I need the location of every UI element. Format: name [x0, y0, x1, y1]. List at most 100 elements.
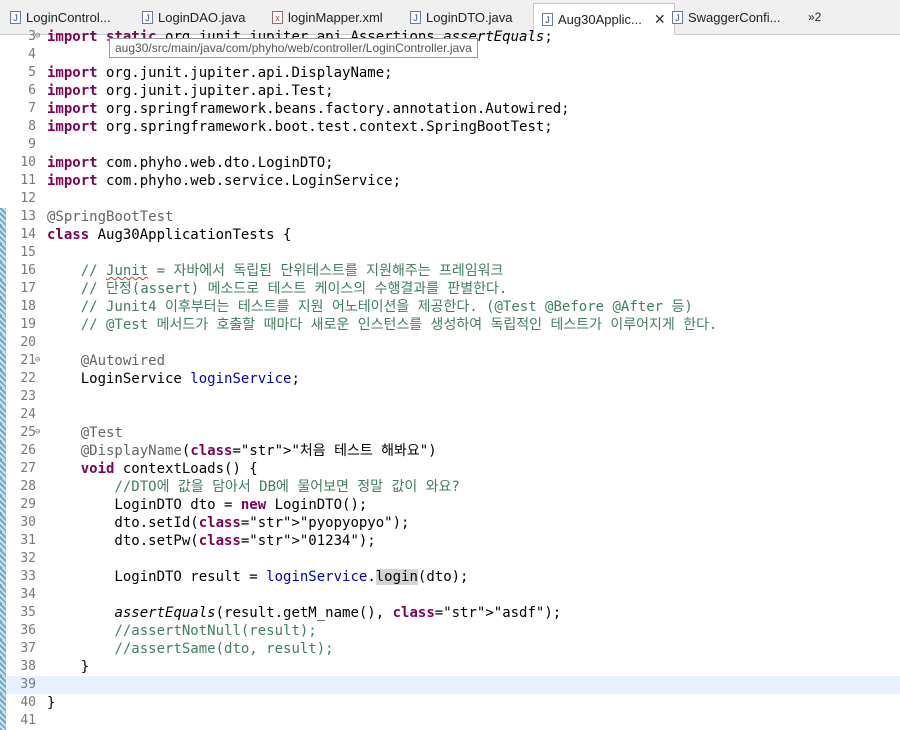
code-text: dto.setPw(class="str">"01234");: [47, 533, 376, 549]
code-line[interactable]: 12: [0, 190, 900, 208]
line-number: 25: [20, 425, 36, 440]
tab-swagger-config[interactable]: J SwaggerConfi...: [672, 4, 781, 30]
code-text: void contextLoads() {: [80, 461, 258, 477]
code-line[interactable]: 37 //assertSame(dto, result);: [0, 640, 900, 658]
change-marker: [0, 208, 6, 226]
fold-toggle-icon[interactable]: ⊖: [35, 356, 43, 365]
code-text: @Test: [80, 425, 123, 441]
line-number: 34: [20, 587, 36, 602]
change-marker: [0, 532, 6, 550]
code-line[interactable]: 39: [0, 676, 900, 694]
line-number: 21: [20, 353, 36, 368]
code-line[interactable]: 26 @DisplayName(class="str">"처음 테스트 해봐요"…: [0, 442, 900, 460]
tab-label: loginMapper.xml: [288, 9, 383, 25]
line-number: 10: [20, 155, 36, 170]
code-line[interactable]: 24: [0, 406, 900, 424]
change-marker: [0, 604, 6, 622]
tab-login-controller[interactable]: J LoginControl...: [10, 4, 111, 30]
code-line[interactable]: 21 ⊖ @Autowired: [0, 352, 900, 370]
code-line[interactable]: 30 dto.setId(class="str">"pyopyopyo");: [0, 514, 900, 532]
code-line[interactable]: 9: [0, 136, 900, 154]
code-line[interactable]: 29 LoginDTO dto = new LoginDTO();: [0, 496, 900, 514]
change-marker: [0, 226, 6, 244]
code-text: LoginDTO result = loginService.login(dto…: [47, 569, 469, 585]
code-text: import com.phyho.web.service.LoginServic…: [47, 173, 402, 189]
code-text: //assertNotNull(result);: [114, 623, 317, 639]
change-marker: [0, 568, 6, 586]
code-text: // @Test 메서드가 호출할 때마다 새로운 인스턴스를 생성하여 독립적…: [80, 317, 718, 333]
change-marker: [0, 478, 6, 496]
close-icon[interactable]: ✕: [654, 11, 666, 28]
change-marker: [0, 550, 6, 568]
tab-login-mapper[interactable]: x loginMapper.xml: [272, 4, 383, 30]
code-line[interactable]: 38 }: [0, 658, 900, 676]
code-line[interactable]: 13 @SpringBootTest: [0, 208, 900, 226]
line-number: 18: [20, 299, 36, 314]
line-number: 8: [28, 119, 36, 134]
line-number: 15: [20, 245, 36, 260]
code-line[interactable]: 31 dto.setPw(class="str">"01234");: [0, 532, 900, 550]
xml-file-icon: x: [272, 10, 283, 24]
code-line[interactable]: 18 // Junit4 이후부터는 테스트를 지원 어노테이션을 제공한다. …: [0, 298, 900, 316]
change-marker: [0, 676, 6, 694]
change-marker: [0, 640, 6, 658]
code-line[interactable]: 20: [0, 334, 900, 352]
code-text: import org.junit.jupiter.api.Test;: [47, 83, 334, 99]
code-text: assertEquals(result.getM_name(), class="…: [114, 605, 562, 621]
code-line[interactable]: 32: [0, 550, 900, 568]
java-file-icon: J: [142, 10, 153, 24]
code-line[interactable]: 41: [0, 712, 900, 730]
code-line[interactable]: 15: [0, 244, 900, 262]
line-number: 22: [20, 371, 36, 386]
code-line[interactable]: 5 import org.junit.jupiter.api.DisplayNam…: [0, 64, 900, 82]
line-number: 30: [20, 515, 36, 530]
change-marker: [0, 280, 6, 298]
code-line[interactable]: 16 // Junit = 자바에서 독립된 단위테스트를 지원해주는 프레임워…: [0, 262, 900, 280]
code-line[interactable]: 8 import org.springframework.boot.test.co…: [0, 118, 900, 136]
line-number: 38: [20, 659, 36, 674]
line-number: 26: [20, 443, 36, 458]
line-number: 6: [28, 83, 36, 98]
code-text: // Junit = 자바에서 독립된 단위테스트를 지원해주는 프레임워크: [80, 263, 504, 279]
code-editor[interactable]: 3 ⊖ import static org.junit.jupiter.api.As…: [0, 29, 900, 730]
code-line[interactable]: 34: [0, 586, 900, 604]
line-number: 7: [28, 101, 36, 116]
code-text: import com.phyho.web.dto.LoginDTO;: [47, 155, 334, 171]
line-number: 40: [20, 695, 36, 710]
code-line[interactable]: 28 //DTO에 값을 담아서 DB에 물어보면 정말 값이 와요?: [0, 478, 900, 496]
code-line[interactable]: 7 import org.springframework.beans.factor…: [0, 100, 900, 118]
line-number: 39: [20, 677, 36, 692]
code-line[interactable]: 6 import org.junit.jupiter.api.Test;: [0, 82, 900, 100]
line-number: 31: [20, 533, 36, 548]
change-marker: [0, 334, 6, 352]
code-line[interactable]: 23: [0, 388, 900, 406]
code-text: @Autowired: [80, 353, 166, 369]
line-number: 23: [20, 389, 36, 404]
code-line[interactable]: 35 assertEquals(result.getM_name(), clas…: [0, 604, 900, 622]
code-line[interactable]: 27 void contextLoads() {: [0, 460, 900, 478]
fold-toggle-icon[interactable]: ⊖: [35, 32, 43, 41]
code-line[interactable]: 22 LoginService loginService;: [0, 370, 900, 388]
code-line[interactable]: 25 ⊖ @Test: [0, 424, 900, 442]
code-text: dto.setId(class="str">"pyopyopyo");: [47, 515, 410, 531]
tab-login-dao[interactable]: J LoginDAO.java: [142, 4, 245, 30]
tab-overflow-button[interactable]: »2: [808, 4, 821, 30]
file-path-tooltip: aug30/src/main/java/com/phyho/web/contro…: [109, 38, 478, 58]
line-number: 9: [28, 137, 36, 152]
tab-login-dto[interactable]: J LoginDTO.java: [410, 4, 512, 30]
line-number: 5: [28, 65, 36, 80]
code-line[interactable]: 33 LoginDTO result = loginService.login(…: [0, 568, 900, 586]
code-line[interactable]: 11 import com.phyho.web.service.LoginServ…: [0, 172, 900, 190]
fold-toggle-icon[interactable]: ⊖: [35, 428, 43, 437]
code-line[interactable]: 17 // 단정(assert) 메소드로 테스트 케이스의 수행결과를 판별한…: [0, 280, 900, 298]
java-file-icon: J: [410, 10, 421, 24]
code-line[interactable]: 19 // @Test 메서드가 호출할 때마다 새로운 인스턴스를 생성하여 …: [0, 316, 900, 334]
tab-label: LoginControl...: [26, 9, 111, 25]
code-line[interactable]: 10 import com.phyho.web.dto.LoginDTO;: [0, 154, 900, 172]
code-line[interactable]: 36 //assertNotNull(result);: [0, 622, 900, 640]
code-text: // 단정(assert) 메소드로 테스트 케이스의 수행결과를 판별한다.: [80, 281, 508, 297]
code-line[interactable]: 40}: [0, 694, 900, 712]
change-marker: [0, 388, 6, 406]
code-line[interactable]: 14 class Aug30ApplicationTests {: [0, 226, 900, 244]
tab-overflow-count: »2: [808, 10, 822, 24]
